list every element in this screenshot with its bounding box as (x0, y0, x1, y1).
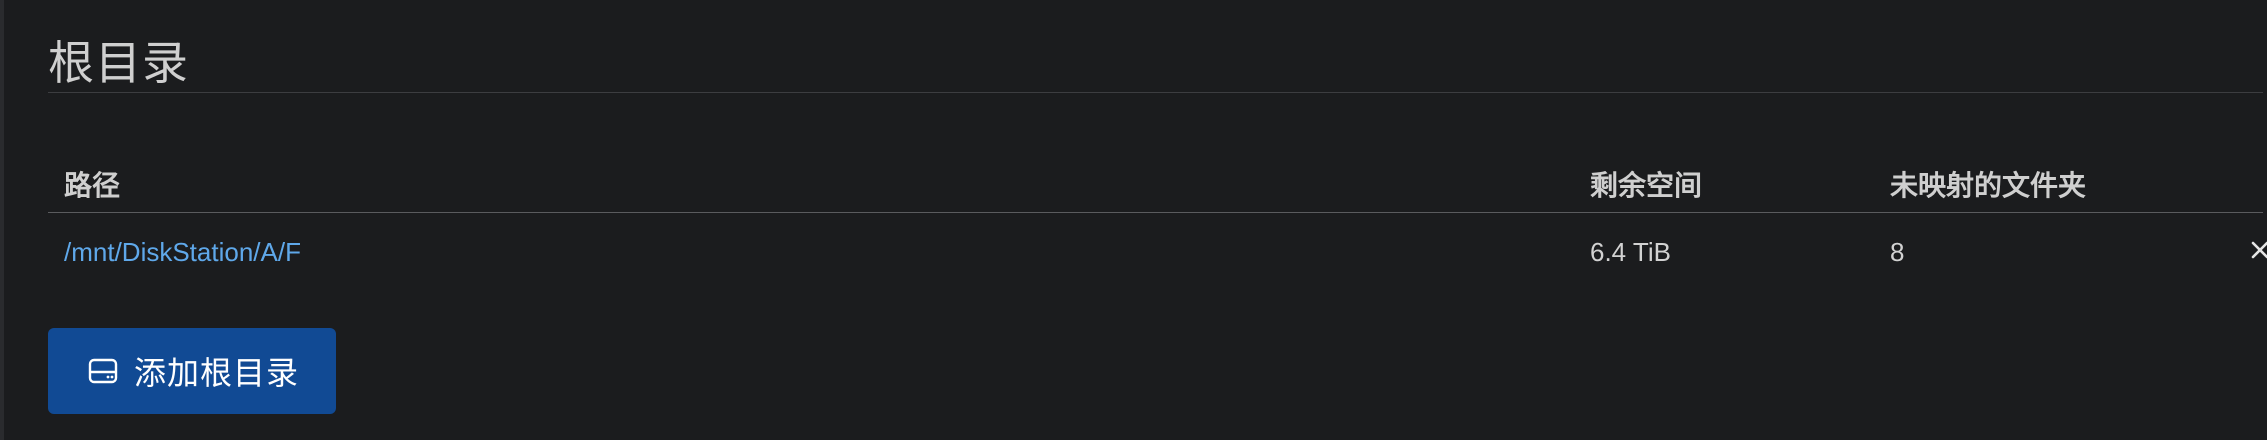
path-link[interactable]: /mnt/DiskStation/A/F (64, 237, 301, 267)
table-header: 路径 剩余空间 未映射的文件夹 (48, 140, 2263, 213)
remove-root-folder-button[interactable] (2242, 232, 2267, 268)
title-divider (48, 92, 2263, 93)
header-free-space: 剩余空间 (1590, 170, 1703, 201)
header-path: 路径 (64, 170, 121, 201)
row-unmapped-folders: 8 (1890, 237, 1905, 267)
row-path-cell: /mnt/DiskStation/A/F (64, 237, 301, 268)
table-row: /mnt/DiskStation/A/F 6.4 TiB 8 (48, 213, 2267, 289)
close-icon (2251, 241, 2267, 259)
left-edge-border (0, 0, 4, 440)
header-unmapped-folders: 未映射的文件夹 (1890, 170, 2087, 201)
root-folders-table: 路径 剩余空间 未映射的文件夹 /mnt/DiskStation/A/F 6.4… (48, 140, 2267, 289)
root-folders-section: 根目录 路径 剩余空间 未映射的文件夹 /mnt/DiskStation/A/F… (48, 0, 2267, 267)
drive-icon (88, 356, 118, 386)
add-root-folder-label: 添加根目录 (134, 355, 300, 391)
row-free-space: 6.4 TiB (1590, 237, 1671, 267)
add-root-folder-button[interactable]: 添加根目录 (48, 328, 336, 414)
section-title: 根目录 (48, 37, 189, 89)
